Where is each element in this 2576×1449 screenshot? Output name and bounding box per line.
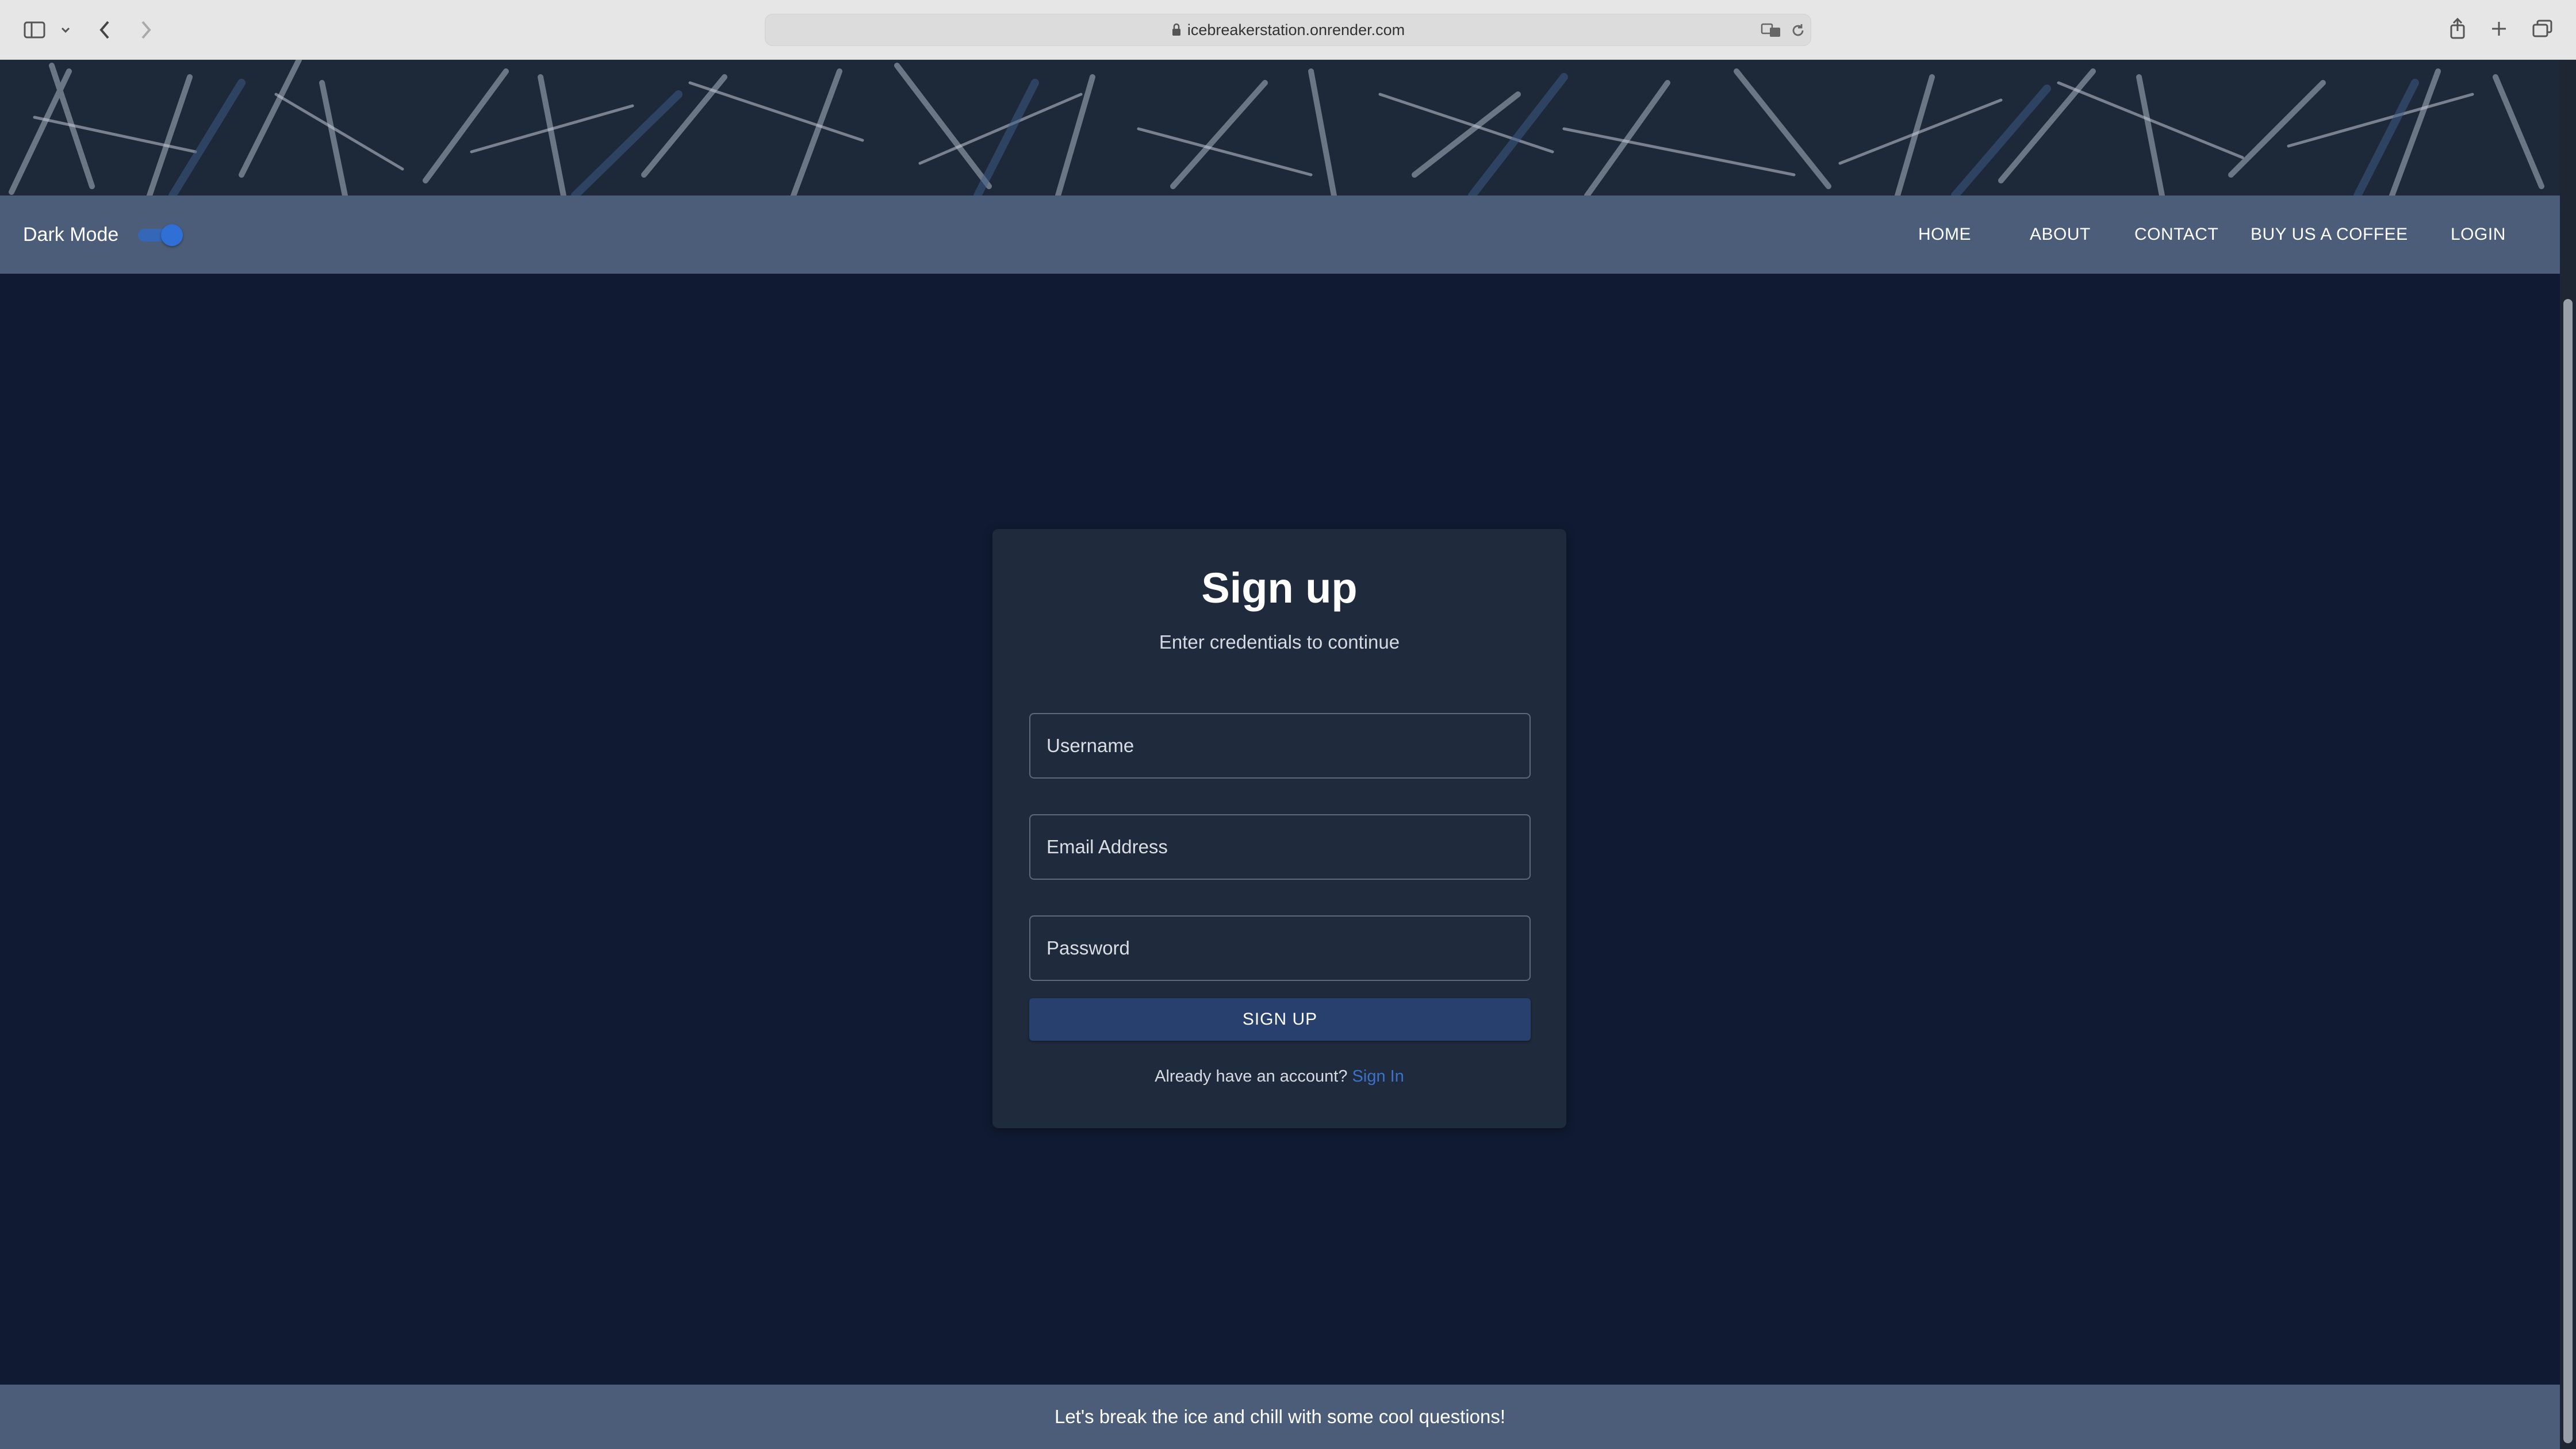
signup-subtitle: Enter credentials to continue (1159, 631, 1400, 653)
signup-card: Sign up Enter credentials to continue SI… (992, 529, 1566, 1128)
browser-toolbar: icebreakerstation.onrender.com (0, 0, 2576, 60)
username-field (1029, 713, 1531, 779)
scrollbar-thumb[interactable] (2563, 299, 2573, 1443)
signup-button[interactable]: SIGN UP (1029, 998, 1531, 1041)
password-input[interactable] (1030, 917, 1529, 980)
email-field (1029, 814, 1531, 880)
new-tab-icon[interactable] (2487, 17, 2510, 40)
tab-overview-icon[interactable] (2530, 16, 2555, 41)
email-input[interactable] (1030, 815, 1529, 879)
footer: Let's break the ice and chill with some … (0, 1385, 2560, 1449)
signup-title: Sign up (1201, 564, 1358, 612)
chevron-down-icon[interactable] (57, 22, 74, 38)
nav-item-login[interactable]: LOGIN (2451, 195, 2506, 274)
signin-prompt: Already have an account? (1155, 1067, 1348, 1086)
signin-link[interactable]: Sign In (1352, 1067, 1404, 1086)
address-bar[interactable]: icebreakerstation.onrender.com (765, 14, 1811, 46)
share-icon[interactable] (2446, 14, 2469, 44)
nav-item-buy-us-a-coffee[interactable]: BUY US A COFFEE (2251, 195, 2408, 274)
dark-mode-toggle[interactable] (138, 224, 183, 246)
sidebar-toggle-icon[interactable] (22, 17, 48, 43)
hero-banner-image (0, 60, 2560, 195)
forward-icon[interactable] (135, 16, 158, 44)
nav-item-home[interactable]: HOME (1918, 195, 1971, 274)
signin-row: Already have an account? Sign In (992, 1067, 1566, 1086)
nav-item-contact[interactable]: CONTACT (2134, 195, 2218, 274)
back-icon[interactable] (93, 16, 116, 44)
toggle-thumb (161, 224, 183, 246)
nav-item-about[interactable]: ABOUT (2030, 195, 2091, 274)
translate-icon[interactable] (1760, 20, 1783, 41)
url-text: icebreakerstation.onrender.com (1187, 21, 1405, 39)
password-field (1029, 915, 1531, 981)
reload-icon[interactable] (1788, 20, 1808, 41)
dark-mode-label: Dark Mode (23, 223, 119, 246)
username-input[interactable] (1030, 714, 1529, 777)
lock-icon (1171, 23, 1182, 37)
footer-text: Let's break the ice and chill with some … (1054, 1406, 1506, 1427)
